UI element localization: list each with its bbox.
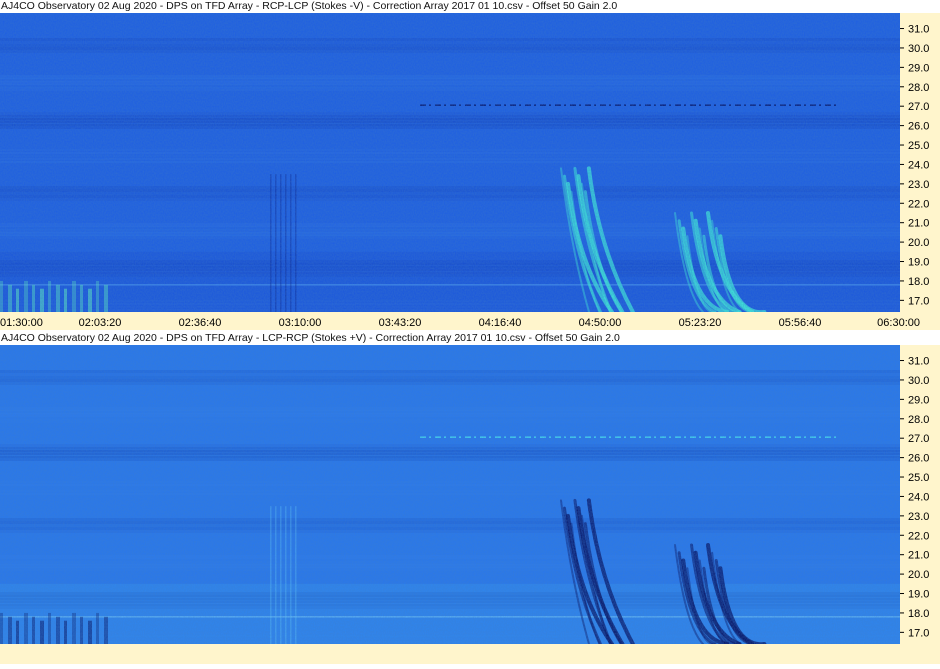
y-tick-label: 24.0 <box>908 491 929 503</box>
noise-texture <box>0 13 900 312</box>
y-tick-label: 17.0 <box>908 295 929 307</box>
x-tick-label: 03:10:00 <box>279 317 322 329</box>
x-tick-label: 05:56:40 <box>779 317 822 329</box>
y-tick-label: 17.0 <box>908 627 929 639</box>
panel-1-y-axis: 31.0 30.0 29.0 28.0 27.0 26.0 25.0 24.0 23.0 22.0… <box>900 13 940 312</box>
y-tick-label: 19.0 <box>908 589 929 601</box>
y-tick-label: 19.0 <box>908 257 929 269</box>
x-tick-label: 02:03:20 <box>79 317 122 329</box>
y-tick-label: 21.0 <box>908 550 929 562</box>
y-tick-label: 28.0 <box>908 414 929 426</box>
noise-texture <box>0 345 900 644</box>
y-tick-label: 25.0 <box>908 140 929 152</box>
y-tick-label: 22.0 <box>908 530 929 542</box>
x-tick-label: 04:50:00 <box>579 317 622 329</box>
y-tick-label: 28.0 <box>908 82 929 94</box>
y-tick-label: 27.0 <box>908 433 929 445</box>
panel-1-heatmap-svg <box>0 13 900 315</box>
y-tick-label: 18.0 <box>908 608 929 620</box>
panel-1-title: AJ4CO Observatory 02 Aug 2020 - DPS on T… <box>0 0 900 13</box>
y-tick-label: 20.0 <box>908 237 929 249</box>
panel-2-x-axis <box>0 644 940 664</box>
y-tick-label: 30.0 <box>908 375 929 387</box>
x-tick-label: 03:43:20 <box>379 317 422 329</box>
y-tick-label: 24.0 <box>908 159 929 171</box>
y-tick-label: 25.0 <box>908 472 929 484</box>
y-tick-label: 26.0 <box>908 121 929 133</box>
y-tick-label: 29.0 <box>908 62 929 74</box>
x-tick-label: 05:23:20 <box>679 317 722 329</box>
panel-1-spectrogram <box>0 13 900 315</box>
y-tick-label: 23.0 <box>908 179 929 191</box>
y-tick-label: 20.0 <box>908 569 929 581</box>
panel-2-spectrogram <box>0 345 900 647</box>
y-tick-label: 30.0 <box>908 43 929 55</box>
panel-1-x-axis: 01:30:00 02:03:20 02:36:40 03:10:00 03:43:20… <box>0 312 940 330</box>
y-tick-label: 29.0 <box>908 394 929 406</box>
panel-2-title: AJ4CO Observatory 02 Aug 2020 - DPS on T… <box>0 332 900 345</box>
y-tick-label: 21.0 <box>908 218 929 230</box>
x-tick-label: 02:36:40 <box>179 317 222 329</box>
y-tick-label: 22.0 <box>908 198 929 210</box>
x-tick-label: 04:16:40 <box>479 317 522 329</box>
y-tick-label: 23.0 <box>908 511 929 523</box>
x-tick-label: 06:30:00 <box>877 317 920 329</box>
y-tick-label: 18.0 <box>908 276 929 288</box>
panel-2-y-axis: 31.0 30.0 29.0 28.0 27.0 26.0 25.0 24.0 23.0 22.0… <box>900 345 940 644</box>
y-tick-label: 31.0 <box>908 356 929 368</box>
y-tick-label: 27.0 <box>908 101 929 113</box>
y-tick-label: 26.0 <box>908 453 929 465</box>
x-tick-label: 01:30:00 <box>0 317 43 329</box>
panel-2-heatmap-svg <box>0 345 900 647</box>
y-tick-label: 31.0 <box>908 24 929 36</box>
